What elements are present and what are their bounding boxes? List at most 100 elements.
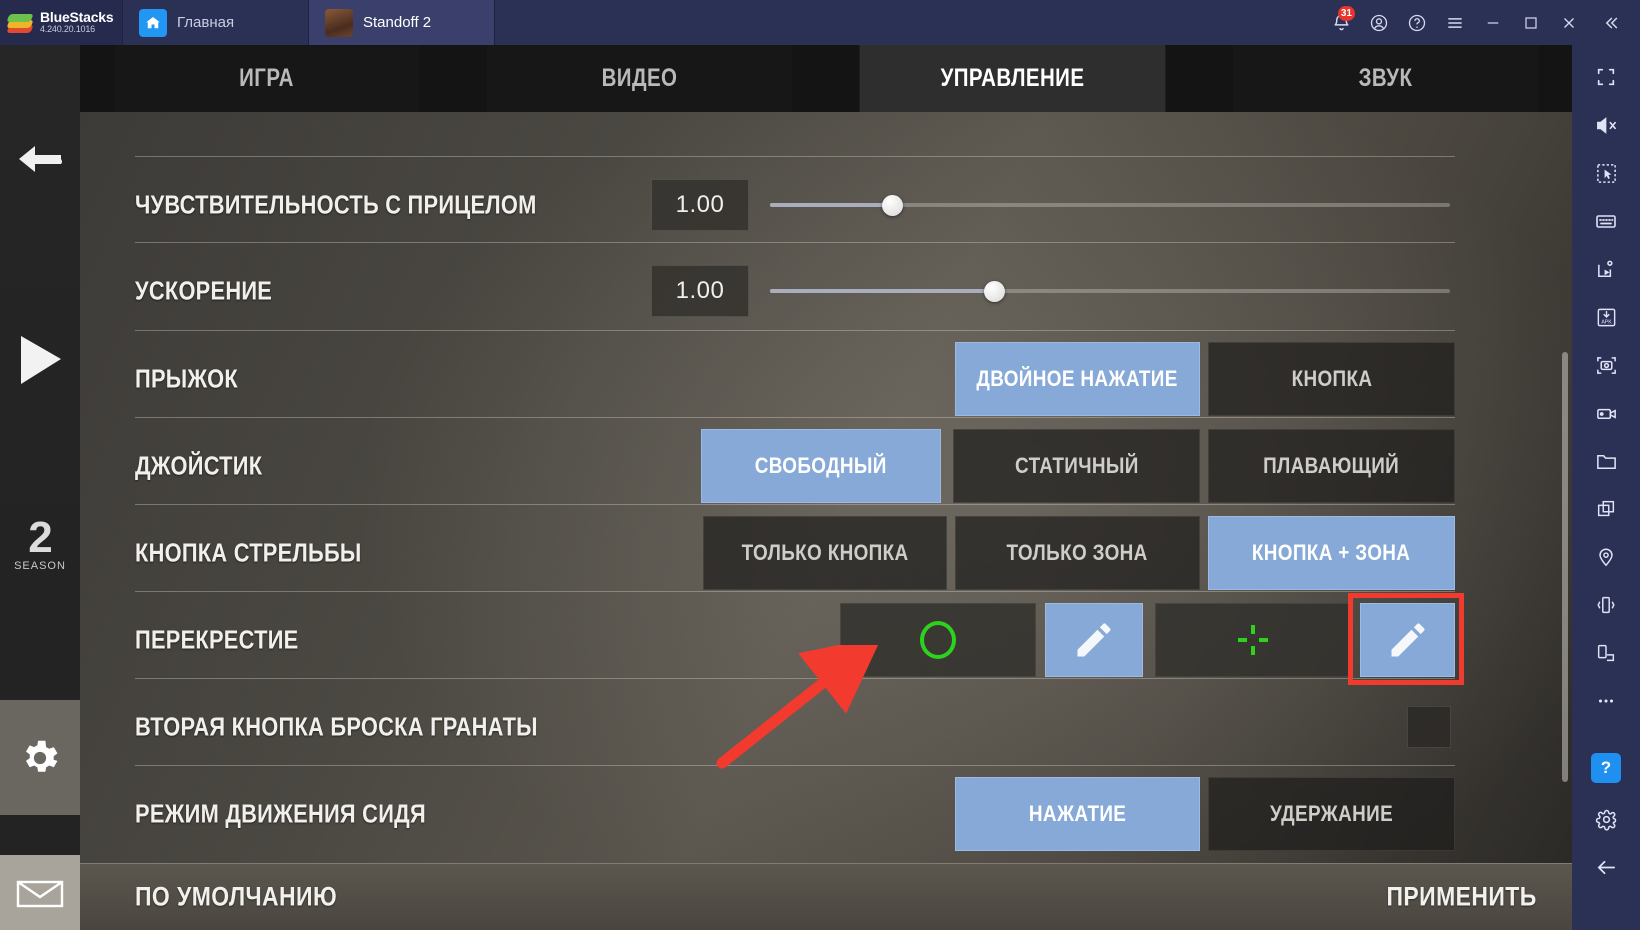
- game-viewport: 2 SEASON ИГРА ВИДЕО УПРАВЛЕНИЕ ЗВУК ЧУВС…: [0, 45, 1572, 930]
- settings-footer: ПО УМОЛЧАНИЮ ПРИМЕНИТЬ: [80, 863, 1572, 930]
- divider: [135, 330, 1455, 331]
- cursor-select-icon[interactable]: [1584, 151, 1628, 195]
- fire-option-button-zone-label: КНОПКА + ЗОНА: [1252, 540, 1411, 565]
- notification-badge: 31: [1337, 6, 1355, 21]
- tab-upravlenie-label: УПРАВЛЕНИЕ: [940, 64, 1085, 92]
- tab-zvuk[interactable]: ЗВУК: [1232, 45, 1539, 112]
- bluestacks-logo-icon: [6, 12, 34, 34]
- record-icon[interactable]: [1584, 391, 1628, 435]
- game-sidebar: 2 SEASON: [0, 45, 80, 930]
- shake-icon[interactable]: [1584, 583, 1628, 627]
- row-joystick: ДЖОЙСТИК СВОБОДНЫЙ СТАТИЧНЫЙ ПЛАВАЮЩИЙ: [135, 423, 1455, 509]
- game-back-button[interactable]: [0, 95, 80, 225]
- apply-button[interactable]: ПРИМЕНИТЬ: [1387, 882, 1537, 913]
- settings-gear-icon[interactable]: [1584, 797, 1628, 841]
- acceleration-slider[interactable]: [770, 278, 1450, 304]
- row-acceleration: УСКОРЕНИЕ 1.00: [135, 248, 1455, 334]
- multi-instance-icon[interactable]: [1584, 487, 1628, 531]
- home-icon: [139, 8, 167, 37]
- keyboard-controls-icon[interactable]: [1584, 199, 1628, 243]
- slider-fill: [770, 203, 893, 207]
- rotate-icon[interactable]: [1584, 631, 1628, 675]
- acceleration-value[interactable]: 1.00: [651, 265, 749, 317]
- season-label: SEASON: [14, 559, 66, 572]
- season-indicator[interactable]: 2 SEASON: [0, 475, 80, 615]
- bluestacks-sidetools: APK ?: [1572, 45, 1640, 930]
- bluestacks-tab-standoff2[interactable]: Standoff 2: [309, 0, 495, 45]
- help-icon[interactable]: [1398, 0, 1436, 45]
- divider: [135, 504, 1455, 505]
- crosshair-ring-icon: [920, 621, 956, 659]
- game-mail-button[interactable]: [0, 855, 80, 930]
- macro-script-icon[interactable]: [1584, 247, 1628, 291]
- joystick-option-floating-label: ПЛАВАЮЩИЙ: [1263, 453, 1400, 478]
- jump-option-button-label: КНОПКА: [1291, 366, 1372, 391]
- joystick-option-floating[interactable]: ПЛАВАЮЩИЙ: [1208, 429, 1455, 503]
- fire-option-button-only-label: ТОЛЬКО КНОПКА: [741, 540, 909, 565]
- row-fire-button-label: КНОПКА СТРЕЛЬБЫ: [135, 537, 362, 568]
- close-button[interactable]: [1550, 0, 1588, 45]
- divider: [135, 156, 1455, 157]
- row-crosshair-label: ПЕРЕКРЕСТИЕ: [135, 624, 299, 655]
- bluestacks-logo-tab: BlueStacks 4.240.20.1016: [0, 0, 123, 45]
- tab-igra[interactable]: ИГРА: [113, 45, 420, 112]
- row-crouch-move-mode: РЕЖИМ ДВИЖЕНИЯ СИДЯ НАЖАТИЕ УДЕРЖАНИЕ: [135, 771, 1455, 857]
- row-joystick-label: ДЖОЙСТИК: [135, 450, 263, 481]
- jump-option-double-tap[interactable]: ДВОЙНОЕ НАЖАТИЕ: [955, 342, 1200, 416]
- account-icon[interactable]: [1360, 0, 1398, 45]
- crouch-option-hold[interactable]: УДЕРЖАНИЕ: [1208, 777, 1455, 851]
- tab-igra-label: ИГРА: [239, 64, 294, 92]
- slider-thumb[interactable]: [984, 281, 1006, 302]
- aim-sensitivity-value[interactable]: 1.00: [651, 179, 749, 231]
- fullscreen-icon[interactable]: [1584, 55, 1628, 99]
- tab-video[interactable]: ВИДЕО: [486, 45, 793, 112]
- help-button[interactable]: ?: [1591, 753, 1621, 783]
- game-app-icon: [325, 8, 353, 37]
- row-crosshair: ПЕРЕКРЕСТИЕ: [135, 597, 1455, 683]
- tab-zvuk-label: ЗВУК: [1358, 64, 1413, 92]
- mute-icon[interactable]: [1584, 103, 1628, 147]
- fire-option-zone-only[interactable]: ТОЛЬКО ЗОНА: [955, 516, 1200, 590]
- notifications-bell-icon[interactable]: 31: [1322, 0, 1360, 45]
- jump-option-button[interactable]: КНОПКА: [1208, 342, 1455, 416]
- maximize-button[interactable]: [1512, 0, 1550, 45]
- settings-scrollbar[interactable]: [1562, 352, 1568, 782]
- crosshair-preset-cross[interactable]: [1155, 603, 1351, 677]
- collapse-sidebar-icon[interactable]: [1588, 0, 1634, 45]
- crouch-option-tap[interactable]: НАЖАТИЕ: [955, 777, 1200, 851]
- bluestacks-brand-name: BlueStacks: [40, 9, 114, 26]
- game-settings-button[interactable]: [0, 700, 80, 815]
- tab-video-label: ВИДЕО: [601, 64, 678, 92]
- folder-icon[interactable]: [1584, 439, 1628, 483]
- tab-upravlenie[interactable]: УПРАВЛЕНИЕ: [859, 45, 1166, 112]
- fire-option-button-zone[interactable]: КНОПКА + ЗОНА: [1208, 516, 1455, 590]
- aim-sensitivity-slider[interactable]: [770, 192, 1450, 218]
- slider-thumb[interactable]: [882, 195, 904, 216]
- screenshot-icon[interactable]: [1584, 343, 1628, 387]
- row-crouch-move-label: РЕЖИМ ДВИЖЕНИЯ СИДЯ: [135, 798, 426, 829]
- crosshair-edit-cross-button[interactable]: [1360, 603, 1455, 677]
- season-number: 2: [28, 513, 53, 563]
- window-actions: 31: [1322, 0, 1640, 45]
- minimize-button[interactable]: [1474, 0, 1512, 45]
- divider: [135, 242, 1455, 243]
- install-apk-icon[interactable]: APK: [1584, 295, 1628, 339]
- back-arrow-icon[interactable]: [1584, 845, 1628, 889]
- more-icon[interactable]: [1584, 679, 1628, 723]
- bluestacks-version: 4.240.20.1016: [40, 24, 95, 35]
- divider: [135, 417, 1455, 418]
- joystick-option-static[interactable]: СТАТИЧНЫЙ: [953, 429, 1200, 503]
- settings-panel: ЧУВСТВИТЕЛЬНОСТЬ С ПРИЦЕЛОМ 1.00 УСКОРЕН…: [80, 112, 1572, 863]
- crosshair-edit-ring-button[interactable]: [1045, 603, 1143, 677]
- bluestacks-tab-home[interactable]: Главная: [123, 0, 309, 45]
- reset-defaults-button[interactable]: ПО УМОЛЧАНИЮ: [135, 882, 337, 913]
- divider: [135, 765, 1455, 766]
- location-icon[interactable]: [1584, 535, 1628, 579]
- second-grenade-checkbox[interactable]: [1407, 706, 1451, 748]
- game-play-button[interactable]: [0, 285, 80, 435]
- menu-icon[interactable]: [1436, 0, 1474, 45]
- fire-option-button-only[interactable]: ТОЛЬКО КНОПКА: [703, 516, 947, 590]
- divider: [135, 678, 1455, 679]
- crosshair-preset-ring[interactable]: [840, 603, 1036, 677]
- joystick-option-free[interactable]: СВОБОДНЫЙ: [701, 429, 941, 503]
